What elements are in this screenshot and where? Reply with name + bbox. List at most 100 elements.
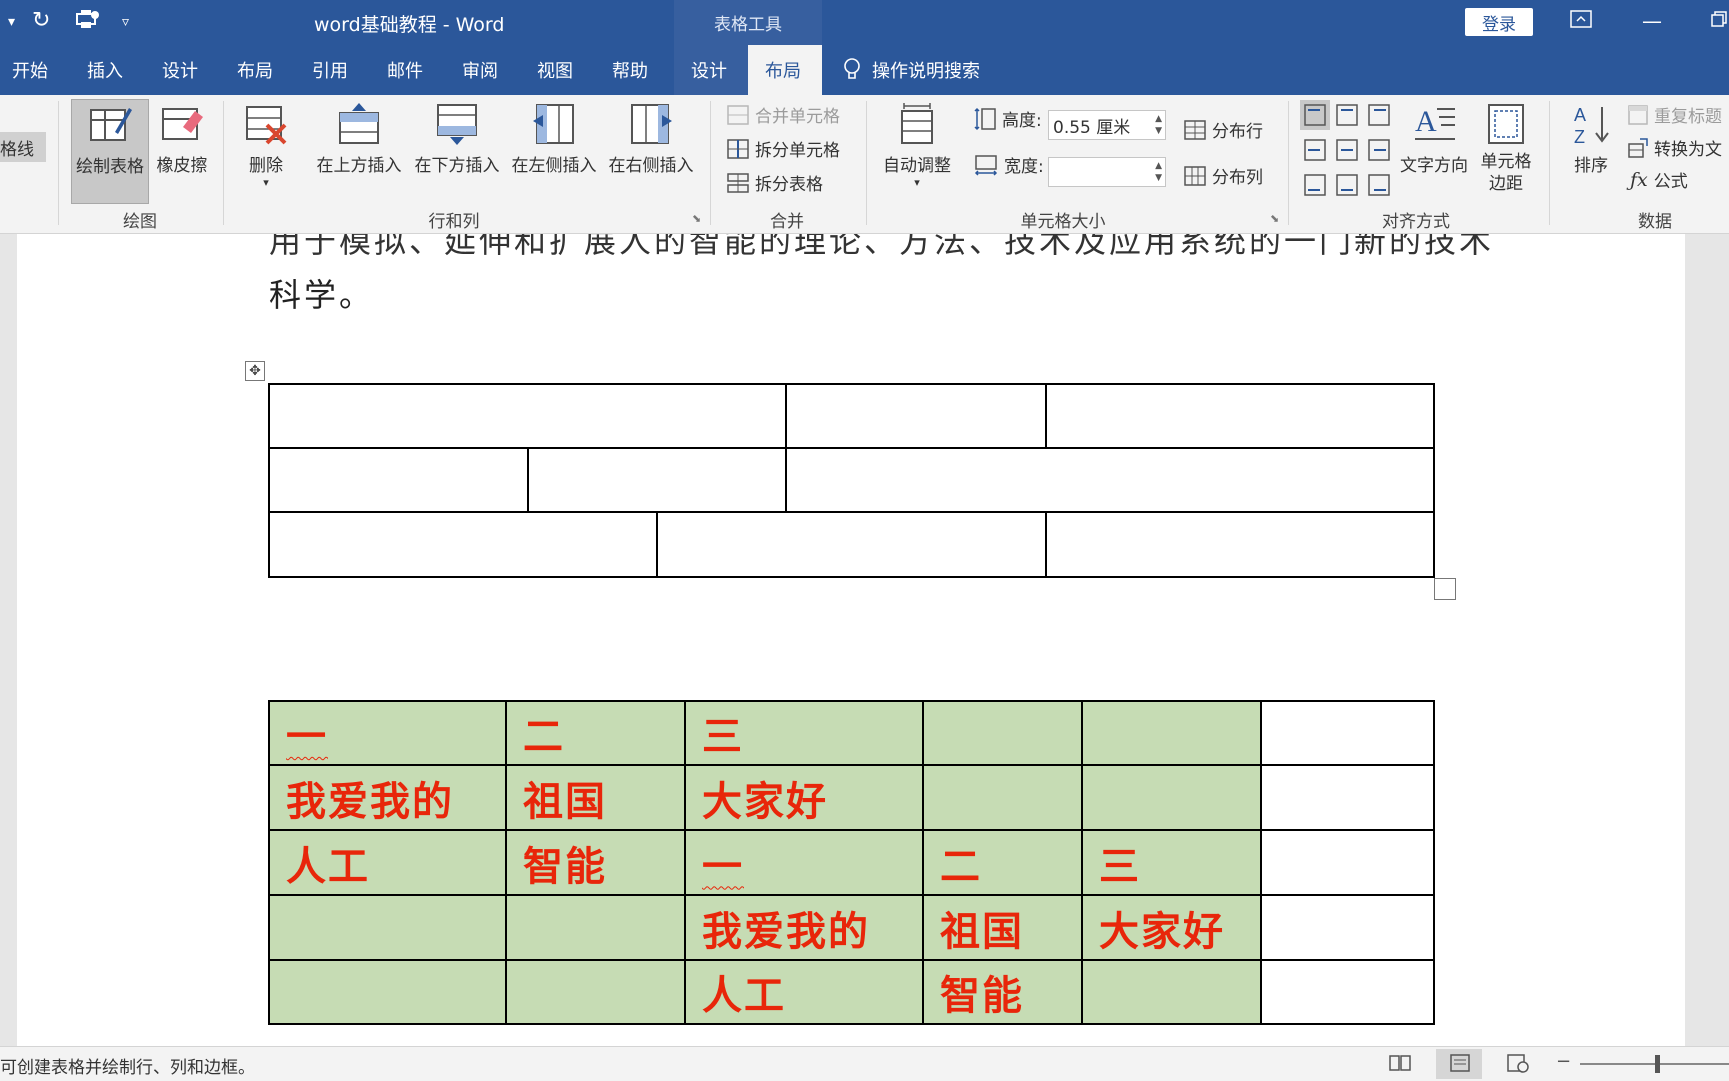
green-table-cell[interactable]: 大家好 <box>684 764 924 831</box>
cell-margins-button[interactable]: 单元格 边距 <box>1474 99 1538 195</box>
distribute-cols-button[interactable]: 分布列 <box>1184 163 1263 188</box>
ribbon-display-options-icon[interactable] <box>1570 9 1592 33</box>
split-cells-button[interactable]: 拆分单元格 <box>727 136 840 161</box>
green-table-cell[interactable] <box>1081 959 1262 1025</box>
height-spin-arrows-icon[interactable]: ▲ ▼ <box>1155 113 1162 137</box>
redo-icon[interactable]: ↻ <box>32 8 50 33</box>
height-spinner[interactable]: 0.55 厘米 ▲ ▼ <box>1048 110 1166 140</box>
cell-size-group-label: 单元格大小 <box>1020 212 1106 232</box>
draw-table-button[interactable]: 绘制表格 <box>71 99 149 204</box>
split-table-button[interactable]: 拆分表格 <box>727 170 823 195</box>
green-table-cell[interactable] <box>1081 764 1262 831</box>
tell-me-search[interactable]: 操作说明搜索 <box>842 45 980 95</box>
green-table-cell[interactable] <box>922 764 1083 831</box>
convert-to-text-button[interactable]: 转换为文 <box>1628 135 1722 160</box>
zoom-slider-thumb[interactable] <box>1655 1055 1660 1073</box>
drawn-table-cell[interactable] <box>527 447 787 513</box>
drawn-table-cell[interactable] <box>1045 383 1435 449</box>
view-gridlines-button[interactable]: 格线 <box>0 132 46 162</box>
drawn-table-cell[interactable] <box>785 447 1435 513</box>
green-table-cell[interactable]: 三 <box>684 700 924 766</box>
drawn-table-cell[interactable] <box>268 447 529 513</box>
cell-margins-label-2: 边距 <box>1489 174 1523 194</box>
autofit-dropdown-icon: ▾ <box>914 176 920 189</box>
tab-review[interactable]: 审阅 <box>462 45 498 95</box>
insert-left-button[interactable]: 在左侧插入 <box>507 99 601 176</box>
insert-below-button[interactable]: 在下方插入 <box>410 99 504 176</box>
repeat-header-button[interactable]: 重复标题 <box>1628 102 1722 127</box>
green-table-cell[interactable]: 祖国 <box>922 894 1083 961</box>
drawn-table-cell[interactable] <box>268 383 787 449</box>
green-table-cell[interactable]: 我爱我的 <box>268 764 507 831</box>
table-move-handle-icon[interactable]: ✥ <box>245 361 265 381</box>
formula-button[interactable]: ƒx 公式 <box>1630 167 1688 193</box>
restore-icon[interactable] <box>1710 9 1728 33</box>
tab-view[interactable]: 视图 <box>537 45 573 95</box>
green-table-cell[interactable]: 大家好 <box>1081 894 1262 961</box>
drawn-table-cell[interactable] <box>1045 511 1435 578</box>
tab-insert[interactable]: 插入 <box>87 45 123 95</box>
green-table-cell[interactable]: 智能 <box>505 829 686 896</box>
green-table-cell[interactable] <box>268 894 507 961</box>
read-mode-icon[interactable] <box>1388 1053 1412 1073</box>
green-table-cell[interactable]: 一 <box>684 829 924 896</box>
login-button[interactable]: 登录 <box>1465 8 1533 36</box>
table-cell[interactable] <box>1260 829 1435 896</box>
tab-help[interactable]: 帮助 <box>612 45 648 95</box>
drawn-table-cell[interactable] <box>268 511 658 578</box>
tab-table-layout[interactable]: 布局 <box>748 45 822 95</box>
text-direction-button[interactable]: A 文字方向 <box>1398 99 1470 176</box>
print-layout-icon[interactable] <box>1448 1053 1472 1073</box>
merge-cells-button[interactable]: 合并单元格 <box>727 102 840 127</box>
tab-design[interactable]: 设计 <box>162 45 198 95</box>
green-table-cell[interactable]: 我爱我的 <box>684 894 924 961</box>
width-spin-arrows-icon[interactable]: ▲ ▼ <box>1155 160 1162 184</box>
delete-button[interactable]: 删除 ▾ <box>238 99 294 189</box>
table-cell[interactable] <box>1260 894 1435 961</box>
zoom-out-icon[interactable]: − <box>1556 1051 1571 1072</box>
drawn-table-cell[interactable] <box>656 511 1047 578</box>
qat-dropdown-icon[interactable]: ▾ <box>8 14 15 30</box>
cell-text: 二 <box>940 843 982 890</box>
formula-fx-icon: ƒx <box>1630 168 1648 191</box>
distribute-rows-button[interactable]: 分布行 <box>1184 117 1263 142</box>
width-spinner[interactable]: ▲ ▼ <box>1048 157 1166 187</box>
green-table-cell[interactable]: 人工 <box>268 829 507 896</box>
green-table-cell[interactable]: 智能 <box>922 959 1083 1025</box>
table-cell[interactable] <box>1260 959 1435 1025</box>
table-cell[interactable] <box>1260 764 1435 831</box>
green-table-cell[interactable]: 人工 <box>684 959 924 1025</box>
green-table-cell[interactable]: 二 <box>922 829 1083 896</box>
green-table-cell[interactable] <box>268 959 507 1025</box>
green-table-cell[interactable] <box>1081 700 1262 766</box>
print-preview-icon[interactable] <box>74 8 100 36</box>
customize-qat-icon[interactable]: ▿ <box>122 14 129 30</box>
green-table-cell[interactable] <box>922 700 1083 766</box>
cell-text: 大家好 <box>702 778 828 825</box>
tab-layout[interactable]: 布局 <box>237 45 273 95</box>
sort-button[interactable]: AZ 排序 <box>1561 99 1621 176</box>
insert-above-button[interactable]: 在上方插入 <box>312 99 406 176</box>
green-table-cell[interactable] <box>505 894 686 961</box>
eraser-button[interactable]: 橡皮擦 <box>150 99 214 176</box>
document-page[interactable]: 用于模拟、延伸和扩展人的智能的理论、方法、技术及应用系统的一门新的技术 科学。 … <box>17 234 1685 1046</box>
web-layout-icon[interactable] <box>1506 1053 1530 1073</box>
tab-home[interactable]: 开始 <box>12 45 48 95</box>
tab-table-design[interactable]: 设计 <box>674 45 748 95</box>
drawn-table-cell[interactable] <box>785 383 1047 449</box>
green-table-cell[interactable]: 二 <box>505 700 686 766</box>
table-cell[interactable] <box>1260 700 1435 766</box>
cell-size-dialog-launcher-icon[interactable]: ⬊ <box>1270 212 1279 225</box>
minimize-icon[interactable]: — <box>1642 9 1662 33</box>
green-table-cell[interactable]: 祖国 <box>505 764 686 831</box>
tab-references[interactable]: 引用 <box>312 45 348 95</box>
green-table-cell[interactable]: 三 <box>1081 829 1262 896</box>
table-resize-handle[interactable] <box>1434 578 1456 600</box>
green-table-cell[interactable]: 一 <box>268 700 507 766</box>
cell-text: 智能 <box>940 973 1024 1019</box>
rows-cols-dialog-launcher-icon[interactable]: ⬊ <box>692 212 701 225</box>
autofit-button[interactable]: 自动调整 ▾ <box>878 99 956 189</box>
green-table-cell[interactable] <box>505 959 686 1025</box>
insert-right-button[interactable]: 在右侧插入 <box>604 99 698 176</box>
tab-mailings[interactable]: 邮件 <box>387 45 423 95</box>
